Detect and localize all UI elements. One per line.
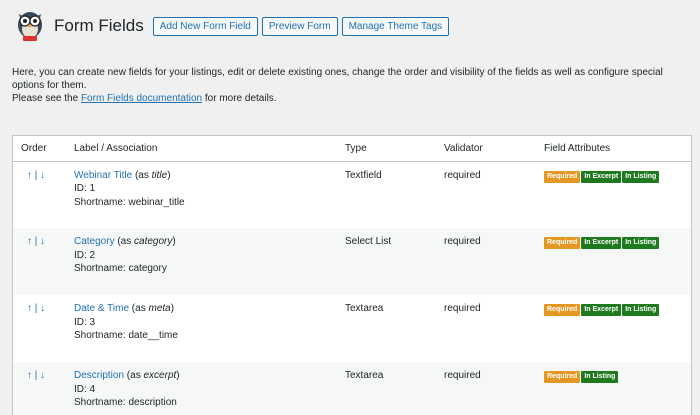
preview-form-button[interactable]: Preview Form xyxy=(261,16,338,36)
field-shortname: Shortname: category xyxy=(74,263,167,274)
table-row: ↑ | ↓ Category (as category) ID: 2 Short… xyxy=(13,228,691,295)
association-value: category xyxy=(134,236,173,247)
column-header-type[interactable]: Type xyxy=(337,136,436,162)
type-cell: Textfield xyxy=(345,169,382,181)
table-row: ↑ | ↓ Description (as excerpt) ID: 4 Sho… xyxy=(13,362,691,415)
order-separator: | xyxy=(34,370,38,381)
in-listing-badge: In Listing xyxy=(622,304,660,316)
move-down-icon[interactable]: ↓ xyxy=(40,169,45,183)
field-label-link[interactable]: Date & Time xyxy=(74,303,129,314)
attributes-cell: Required In Excerpt In Listing xyxy=(536,295,691,362)
in-listing-badge: In Listing xyxy=(622,237,660,249)
move-down-icon[interactable]: ↓ xyxy=(40,302,45,316)
order-separator: | xyxy=(34,303,38,314)
intro-doc-line: Please see the Form Fields documentation… xyxy=(12,92,692,105)
required-badge: Required xyxy=(544,304,581,316)
required-badge: Required xyxy=(544,170,581,183)
column-header-order[interactable]: Order xyxy=(13,136,66,162)
attributes-cell: Required In Excerpt In Listing xyxy=(536,161,691,228)
field-id: ID: 1 xyxy=(74,183,96,194)
table-row: ↑ | ↓ Date & Time (as meta) ID: 3 Shortn… xyxy=(13,295,691,362)
association-suffix: ) xyxy=(170,303,175,314)
order-controls: ↑ | ↓ xyxy=(13,161,66,228)
field-shortname: Shortname: webinar_title xyxy=(74,196,185,208)
association-text: (as excerpt) xyxy=(124,370,180,381)
attributes-cell: Required In Excerpt In Listing xyxy=(536,228,691,295)
intro-description: Here, you can create new fields for your… xyxy=(12,67,663,91)
association-value: title xyxy=(151,169,168,181)
association-prefix: (as xyxy=(114,236,135,247)
move-down-icon[interactable]: ↓ xyxy=(40,235,45,249)
form-fields-documentation-link[interactable]: Form Fields documentation xyxy=(81,93,202,104)
in-listing-badge: In Listing xyxy=(581,371,619,383)
association-prefix: (as xyxy=(132,169,152,181)
required-badge: Required xyxy=(544,371,581,383)
association-suffix: ) xyxy=(176,370,180,381)
move-up-icon[interactable]: ↑ xyxy=(27,369,32,383)
validator-cell: required xyxy=(444,370,481,381)
required-badge: Required xyxy=(544,237,581,249)
move-up-icon[interactable]: ↑ xyxy=(27,302,32,316)
in-excerpt-badge: In Excerpt xyxy=(581,170,622,183)
form-fields-table: Order Label / Association Type Validator… xyxy=(12,135,692,415)
field-label-link[interactable]: Webinar Title xyxy=(74,170,132,181)
manage-theme-tags-button[interactable]: Manage Theme Tags xyxy=(341,16,450,36)
association-value: excerpt xyxy=(143,370,177,381)
order-controls: ↑ | ↓ xyxy=(13,295,66,362)
field-id: ID: 3 xyxy=(74,316,96,328)
field-id: ID: 2 xyxy=(74,249,96,261)
association-suffix: ) xyxy=(167,169,171,181)
table-header-row: Order Label / Association Type Validator… xyxy=(13,136,691,162)
association-text: (as meta) xyxy=(129,303,174,314)
wpbdp-logo-icon xyxy=(14,8,46,44)
intro-doc-prefix: Please see the xyxy=(12,93,81,104)
field-shortname: Shortname: description xyxy=(74,397,177,408)
label-cell: Webinar Title (as title) ID: 1 Shortname… xyxy=(66,161,337,228)
in-listing-badge: In Listing xyxy=(622,170,660,183)
add-new-form-field-button[interactable]: Add New Form Field xyxy=(152,16,258,36)
validator-cell: required xyxy=(444,303,481,314)
order-controls: ↑ | ↓ xyxy=(13,362,66,415)
type-cell: Textarea xyxy=(345,303,384,314)
association-text: (as category) xyxy=(114,236,176,247)
field-shortname: Shortname: date__time xyxy=(74,330,178,341)
association-prefix: (as xyxy=(124,370,144,381)
type-cell: Select List xyxy=(345,236,392,247)
label-cell: Date & Time (as meta) ID: 3 Shortname: d… xyxy=(66,295,337,362)
association-text: (as title) xyxy=(132,169,171,181)
in-excerpt-badge: In Excerpt xyxy=(581,237,622,249)
intro-doc-suffix: for more details. xyxy=(202,93,277,104)
type-cell: Textarea xyxy=(345,370,384,381)
move-down-icon[interactable]: ↓ xyxy=(40,369,45,383)
field-id: ID: 4 xyxy=(74,383,96,395)
validator-cell: required xyxy=(444,169,481,181)
field-label-link[interactable]: Category xyxy=(74,236,115,247)
column-header-field-attributes[interactable]: Field Attributes xyxy=(536,136,691,162)
association-value: meta xyxy=(148,303,171,314)
column-header-validator[interactable]: Validator xyxy=(436,136,536,162)
label-cell: Category (as category) ID: 2 Shortname: … xyxy=(66,228,337,295)
in-excerpt-badge: In Excerpt xyxy=(581,304,622,316)
label-cell: Description (as excerpt) ID: 4 Shortname… xyxy=(66,362,337,415)
order-separator: | xyxy=(34,236,38,247)
attributes-cell: Required In Listing xyxy=(536,362,691,415)
association-suffix: ) xyxy=(172,236,176,247)
table-row: ↑ | ↓ Webinar Title (as title) ID: 1 Sho… xyxy=(13,161,691,228)
field-label-link[interactable]: Description xyxy=(74,370,124,381)
page-title: Form Fields xyxy=(54,16,144,35)
order-controls: ↑ | ↓ xyxy=(13,228,66,295)
validator-cell: required xyxy=(444,236,481,247)
column-header-label[interactable]: Label / Association xyxy=(66,136,337,162)
association-prefix: (as xyxy=(129,303,149,314)
order-separator: | xyxy=(34,169,38,181)
move-up-icon[interactable]: ↑ xyxy=(27,169,32,183)
intro-text: Here, you can create new fields for your… xyxy=(12,66,692,105)
page-header: Form Fields Add New Form Field Preview F… xyxy=(14,8,453,44)
move-up-icon[interactable]: ↑ xyxy=(27,235,32,249)
